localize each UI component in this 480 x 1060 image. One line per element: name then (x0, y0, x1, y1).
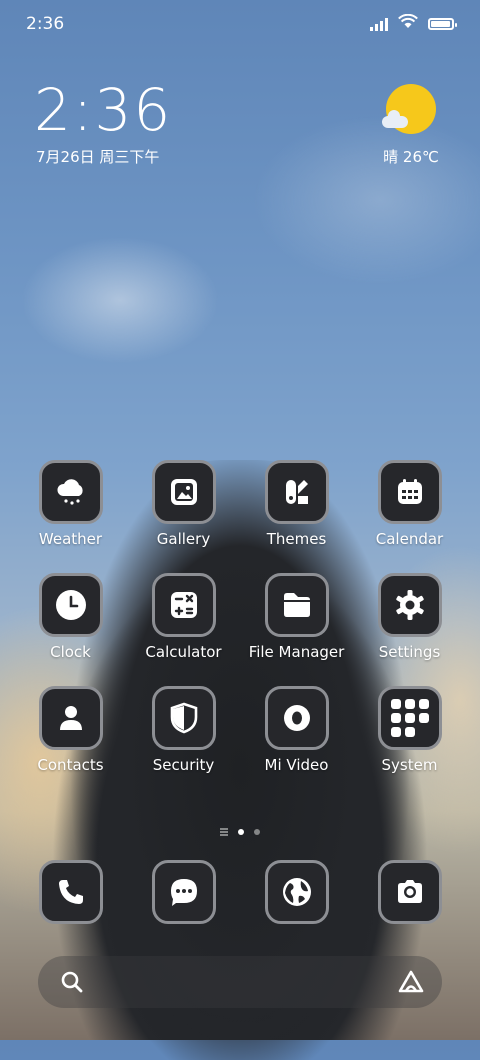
dock-messages[interactable] (127, 860, 240, 924)
app-label: File Manager (248, 643, 345, 661)
app-themes[interactable]: Themes (240, 460, 353, 548)
clock-widget-date[interactable]: 7月26日 周三下午 (36, 146, 159, 167)
app-grid: Weather Gallery Themes Calendar Clock Ca… (14, 460, 466, 799)
clock-icon (38, 573, 103, 637)
weather-widget[interactable]: 晴 26℃ (376, 84, 446, 167)
app-clock[interactable]: Clock (14, 573, 127, 661)
app-security[interactable]: Security (127, 686, 240, 774)
page-menu-icon[interactable] (220, 828, 228, 836)
signal-icon (370, 17, 388, 31)
status-time: 2:36 (26, 14, 65, 34)
app-label: Contacts (37, 756, 104, 774)
assistant-icon[interactable] (398, 970, 424, 998)
gallery-image-icon (151, 460, 216, 524)
app-weather[interactable]: Weather (14, 460, 127, 548)
dock-camera[interactable] (353, 860, 466, 924)
shield-icon (151, 686, 216, 750)
dock-phone[interactable] (14, 860, 127, 924)
app-contacts[interactable]: Contacts (14, 686, 127, 774)
app-calculator[interactable]: Calculator (127, 573, 240, 661)
app-mi-video[interactable]: Mi Video (240, 686, 353, 774)
folder-grid-icon (377, 686, 442, 750)
folder-icon (264, 573, 329, 637)
sunny-weather-icon (382, 84, 436, 134)
video-play-icon (264, 686, 329, 750)
weather-condition: 晴 (383, 148, 399, 166)
app-label: Clock (50, 643, 91, 661)
app-label: Calculator (145, 643, 222, 661)
gear-icon (377, 573, 442, 637)
app-file-manager[interactable]: File Manager (240, 573, 353, 661)
app-calendar[interactable]: Calendar (353, 460, 466, 548)
app-folder-system[interactable]: System (353, 686, 466, 774)
status-icons (370, 13, 457, 33)
search-icon[interactable] (60, 970, 84, 998)
calendar-icon (377, 460, 442, 524)
clock-widget-time[interactable]: 2:36 (34, 80, 172, 140)
app-label: Mi Video (264, 756, 329, 774)
page-indicator (0, 828, 480, 836)
dock (14, 860, 466, 924)
browser-globe-icon (264, 860, 329, 924)
app-label: Gallery (156, 530, 211, 548)
weather-cloud-rain-icon (38, 460, 103, 524)
page-dot-active[interactable] (238, 828, 244, 835)
app-label: Security (152, 756, 215, 774)
app-label: Themes (266, 530, 327, 548)
app-label: System (381, 756, 438, 774)
search-bar[interactable] (38, 956, 442, 1008)
camera-icon (377, 860, 442, 924)
dock-browser[interactable] (240, 860, 353, 924)
app-label: Calendar (375, 530, 444, 548)
app-label: Settings (378, 643, 441, 661)
phone-icon (38, 860, 103, 924)
app-settings[interactable]: Settings (353, 573, 466, 661)
status-bar: 2:36 (0, 0, 480, 50)
wifi-icon (398, 13, 418, 33)
weather-temperature: 26℃ (402, 148, 439, 166)
weather-summary: 晴 26℃ (376, 146, 446, 167)
messages-icon (151, 860, 216, 924)
themes-brush-icon (264, 460, 329, 524)
app-label: Weather (38, 530, 103, 548)
app-gallery[interactable]: Gallery (127, 460, 240, 548)
page-dot[interactable] (254, 828, 260, 835)
calculator-icon (151, 573, 216, 637)
battery-icon (428, 17, 457, 30)
person-icon (38, 686, 103, 750)
